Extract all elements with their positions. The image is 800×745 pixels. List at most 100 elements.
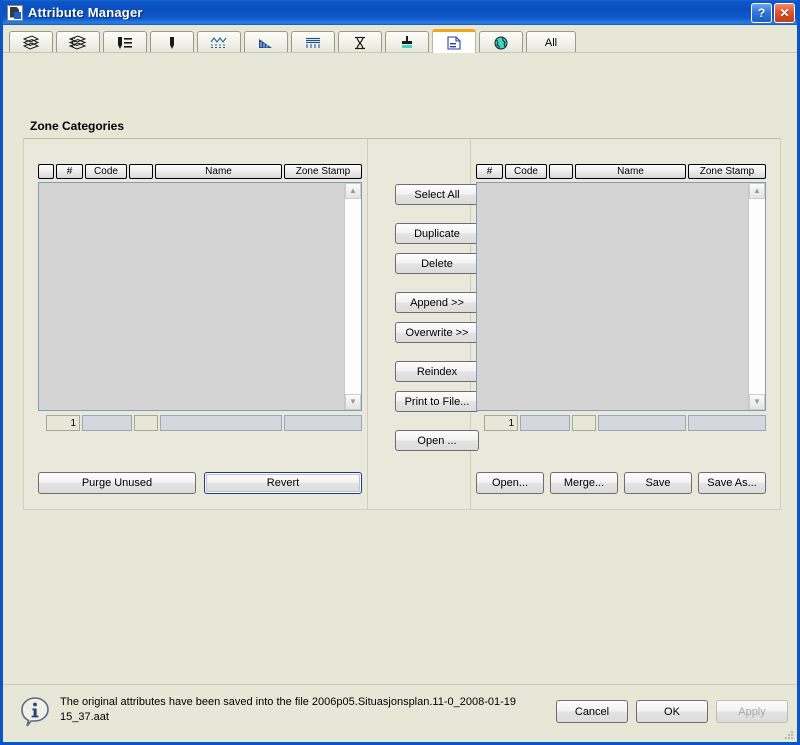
page-title: Zone Categories: [30, 119, 125, 133]
tab-strip: All: [3, 25, 797, 53]
select-all-button[interactable]: Select All: [395, 184, 479, 205]
print-to-file-button[interactable]: Print to File...: [395, 391, 479, 412]
zone-icon: [444, 35, 464, 51]
tab-layer-styles[interactable]: [56, 31, 100, 53]
left-edit-index[interactable]: 1: [46, 415, 80, 431]
close-button[interactable]: ✕: [774, 2, 795, 23]
right-list-box[interactable]: ▲ ▼: [476, 182, 766, 411]
right-scroll-track[interactable]: [749, 199, 765, 394]
save-as-button[interactable]: Save As...: [698, 472, 766, 494]
tab-pen-list[interactable]: [103, 31, 147, 53]
left-edit-flag[interactable]: [134, 415, 158, 431]
right-edit-index[interactable]: 1: [484, 415, 518, 431]
tab-zones[interactable]: [432, 29, 476, 53]
title-bar: Attribute Manager ? ✕: [3, 0, 797, 25]
right-column-headers: # Code Name Zone Stamp: [476, 164, 766, 179]
tab-all[interactable]: All: [526, 31, 576, 53]
dialog-actions: Cancel OK Apply: [556, 700, 788, 723]
append-button[interactable]: Append >>: [395, 292, 479, 313]
transfer-button-column: Select All Duplicate Delete Append >> Ov…: [395, 184, 479, 451]
linetype-icon: [209, 35, 229, 51]
left-vertical-scrollbar[interactable]: ▲ ▼: [344, 183, 361, 410]
duplicate-button[interactable]: Duplicate: [395, 223, 479, 244]
left-header-name[interactable]: Name: [155, 164, 282, 179]
open-center-button[interactable]: Open ...: [395, 430, 479, 451]
merge-button[interactable]: Merge...: [550, 472, 618, 494]
brush-icon: [397, 35, 417, 51]
text-style-icon: [350, 35, 370, 51]
right-panel-actions: Open... Merge... Save Save As...: [476, 472, 766, 494]
right-header-index[interactable]: #: [476, 164, 503, 179]
left-edit-zone-stamp[interactable]: [284, 415, 362, 431]
open-file-button[interactable]: Open...: [476, 472, 544, 494]
reindex-button[interactable]: Reindex: [395, 361, 479, 382]
tab-all-label: All: [544, 36, 558, 49]
tab-brush[interactable]: [385, 31, 429, 53]
attribute-manager-window: Attribute Manager ? ✕ All Zone Categorie…: [0, 0, 800, 745]
content-area: Zone Categories # Code Name Zone Stamp ▲…: [3, 53, 797, 742]
purge-unused-button[interactable]: Purge Unused: [38, 472, 196, 494]
status-message: The original attributes have been saved …: [60, 696, 517, 723]
right-edit-flag[interactable]: [572, 415, 596, 431]
left-header-zone-stamp[interactable]: Zone Stamp: [284, 164, 362, 179]
right-edit-name[interactable]: [598, 415, 686, 431]
tab-linetypes[interactable]: [197, 31, 241, 53]
tab-hatch[interactable]: [244, 31, 288, 53]
layers-palette-icon: [68, 34, 88, 51]
tab-globe[interactable]: [479, 31, 523, 53]
help-button[interactable]: ?: [751, 2, 772, 23]
tab-pen[interactable]: [150, 31, 194, 53]
left-scroll-down-arrow[interactable]: ▼: [345, 394, 361, 410]
hatch-icon: [256, 35, 276, 51]
right-header-code[interactable]: Code: [505, 164, 547, 179]
right-header-flag[interactable]: [549, 164, 573, 179]
left-edit-code[interactable]: [82, 415, 132, 431]
ok-button[interactable]: OK: [636, 700, 708, 723]
left-scroll-up-arrow[interactable]: ▲: [345, 183, 361, 199]
left-header-select[interactable]: [38, 164, 54, 179]
layers-icon: [21, 34, 41, 51]
right-header-zone-stamp[interactable]: Zone Stamp: [688, 164, 766, 179]
pen-icon: [162, 35, 182, 51]
window-controls: ? ✕: [751, 2, 795, 23]
left-list-items[interactable]: [39, 183, 344, 410]
left-panel-actions: Purge Unused Revert: [38, 472, 362, 494]
left-edit-name[interactable]: [160, 415, 282, 431]
right-edit-zone-stamp[interactable]: [688, 415, 766, 431]
resize-grip-icon[interactable]: [782, 728, 794, 740]
globe-icon: [491, 35, 511, 51]
zone-categories-groupbox: # Code Name Zone Stamp ▲ ▼ 1 Select All …: [23, 138, 781, 510]
right-scroll-down-arrow[interactable]: ▼: [749, 394, 765, 410]
tab-layers[interactable]: [9, 31, 53, 53]
right-vertical-scrollbar[interactable]: ▲ ▼: [748, 183, 765, 410]
tab-fills[interactable]: [291, 31, 335, 53]
left-edit-row: 1: [38, 415, 362, 431]
right-header-name[interactable]: Name: [575, 164, 686, 179]
right-scroll-up-arrow[interactable]: ▲: [749, 183, 765, 199]
right-list-items[interactable]: [477, 183, 748, 410]
delete-button[interactable]: Delete: [395, 253, 479, 274]
left-column-headers: # Code Name Zone Stamp: [38, 164, 362, 179]
info-icon: [20, 697, 50, 727]
divider-left: [367, 139, 368, 509]
left-header-flag[interactable]: [129, 164, 153, 179]
right-edit-row: 1: [476, 415, 766, 431]
fill-icon: [303, 35, 323, 51]
left-list-box[interactable]: ▲ ▼: [38, 182, 362, 411]
revert-button[interactable]: Revert: [204, 472, 362, 494]
project-attributes-panel: # Code Name Zone Stamp ▲ ▼ 1: [38, 164, 362, 431]
right-edit-code[interactable]: [520, 415, 570, 431]
left-header-index[interactable]: #: [56, 164, 83, 179]
left-scroll-track[interactable]: [345, 199, 361, 394]
external-attributes-panel: # Code Name Zone Stamp ▲ ▼ 1: [476, 164, 766, 431]
cancel-button[interactable]: Cancel: [556, 700, 628, 723]
overwrite-button[interactable]: Overwrite >>: [395, 322, 479, 343]
apply-button: Apply: [716, 700, 788, 723]
left-header-code[interactable]: Code: [85, 164, 127, 179]
status-footer: The original attributes have been saved …: [3, 684, 797, 742]
pen-list-icon: [115, 35, 135, 51]
save-button[interactable]: Save: [624, 472, 692, 494]
app-icon: [7, 4, 23, 21]
tab-text-styles[interactable]: [338, 31, 382, 53]
window-title: Attribute Manager: [28, 5, 143, 20]
